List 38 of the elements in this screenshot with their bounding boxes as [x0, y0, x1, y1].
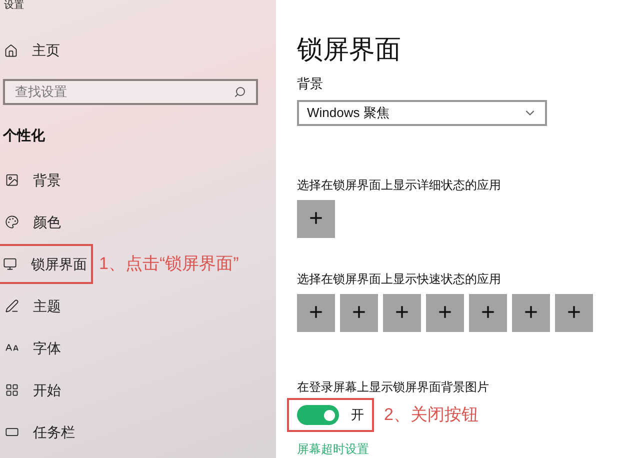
search-field[interactable]: 查找设置: [15, 82, 234, 102]
pen-icon: [5, 299, 19, 313]
sidebar-item[interactable]: 背景: [0, 160, 67, 200]
rectangle-icon: [5, 425, 19, 439]
add-app-tile[interactable]: +: [297, 200, 335, 238]
palette-icon: [5, 215, 19, 229]
home-icon: [4, 44, 18, 58]
sidebar-item[interactable]: 任务栏: [0, 412, 81, 452]
toggle-switch[interactable]: [297, 405, 339, 425]
page-title: 锁屏界面: [297, 34, 401, 64]
sidebar-item[interactable]: 主题: [0, 286, 67, 326]
grid-icon: [5, 383, 19, 397]
annotation-text: 2、关闭按钮: [384, 404, 478, 426]
annotation-text: 1、点击“锁屏界面”: [99, 253, 239, 276]
search-box[interactable]: 查找设置: [3, 79, 258, 105]
add-app-tile[interactable]: +: [512, 294, 550, 332]
image-icon: [5, 173, 19, 187]
monitor-icon: [3, 257, 17, 271]
add-app-tile[interactable]: +: [340, 294, 378, 332]
add-app-tile[interactable]: +: [555, 294, 593, 332]
add-app-tile[interactable]: +: [469, 294, 507, 332]
toggle-state-text: 开: [351, 406, 364, 424]
section-label: 选择在锁屏界面上显示快速状态的应用: [297, 271, 501, 288]
sidebar-item[interactable]: 颜色: [0, 202, 67, 242]
add-app-tile[interactable]: +: [297, 294, 335, 332]
window-title: 设置: [3, 0, 25, 12]
section-heading: 个性化: [2, 126, 46, 145]
sidebar-item[interactable]: 开始: [0, 370, 67, 410]
setting-label: 在登录屏幕上显示锁屏界面背景图片: [297, 379, 489, 396]
add-app-tile[interactable]: +: [383, 294, 421, 332]
search-icon: [234, 86, 246, 98]
home-nav-item[interactable]: 主页: [0, 40, 60, 61]
field-label: 背景: [297, 75, 323, 93]
sidebar-item[interactable]: 字体: [0, 328, 67, 368]
sidebar-item[interactable]: 锁屏界面: [0, 244, 93, 284]
section-label: 选择在锁屏界面上显示详细状态的应用: [297, 177, 501, 194]
add-app-tile[interactable]: +: [426, 294, 464, 332]
background-dropdown[interactable]: Windows 聚焦: [297, 100, 547, 126]
